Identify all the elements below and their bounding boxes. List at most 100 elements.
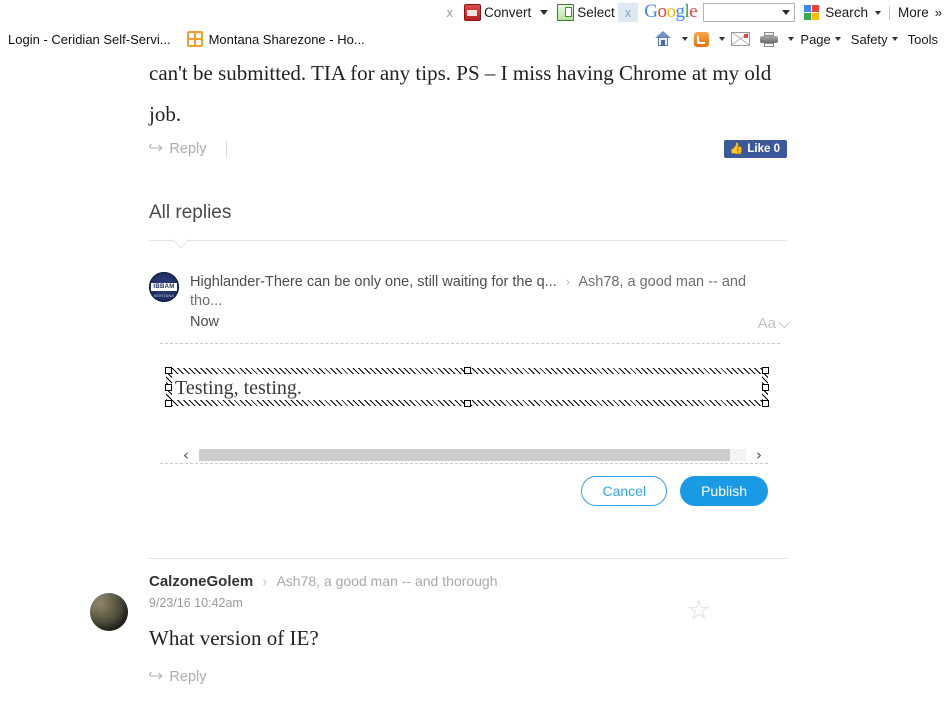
- tab-title: Montana Sharezone - Ho...: [208, 31, 365, 47]
- reply-divider: [226, 140, 228, 158]
- browser-chrome: x Convert Select x Google Search More » …: [0, 0, 945, 53]
- publish-button[interactable]: Publish: [680, 476, 768, 506]
- reply-timestamp: Now: [190, 314, 220, 330]
- horizontal-scrollbar[interactable]: ‹ ›: [175, 445, 770, 465]
- comment-thread-title[interactable]: Ash78, a good man -- and thorough: [276, 573, 497, 589]
- tools-menu[interactable]: Tools: [904, 32, 942, 47]
- post-reply-button[interactable]: ↪ Reply: [147, 140, 228, 158]
- page-dropdown-icon: [834, 37, 841, 41]
- home-dropdown-icon[interactable]: [682, 37, 689, 41]
- resize-handle-e[interactable]: [762, 383, 769, 391]
- avatar-sub-text: MONTANA: [153, 294, 175, 298]
- all-replies-heading-wrap: All replies: [149, 202, 787, 224]
- resize-handle-n[interactable]: [463, 367, 471, 374]
- comment-author[interactable]: CalzoneGolem: [149, 573, 253, 590]
- home-button[interactable]: [650, 31, 676, 47]
- tab-bar: Login - Ceridian Self-Servi... Montana S…: [0, 25, 945, 53]
- tab-ceridian-login[interactable]: Login - Ceridian Self-Servi...: [0, 25, 179, 53]
- google-colors-icon: [804, 5, 820, 20]
- reply-arrow-icon: ↪: [147, 140, 164, 157]
- resize-handle-se[interactable]: [762, 400, 769, 407]
- more-label: More: [898, 5, 929, 20]
- resize-handle-sw[interactable]: [165, 400, 172, 407]
- comment-header: CalzoneGolem › Ash78, a good man -- and …: [149, 573, 787, 591]
- page-content: can't be submitted. TIA for any tips. PS…: [0, 53, 945, 705]
- facebook-like-button[interactable]: 👍 Like 0: [723, 140, 787, 158]
- reply-editor-text: Testing, testing.: [175, 377, 302, 399]
- sharezone-icon: [186, 31, 203, 47]
- convert-dropdown-icon[interactable]: [540, 10, 549, 15]
- avatar: IBBAM MONTANA: [149, 272, 179, 302]
- mail-button[interactable]: [727, 32, 754, 46]
- tab-title: Login - Ceridian Self-Servi...: [8, 31, 171, 47]
- select-label: Select: [577, 5, 615, 20]
- convert-label: Convert: [483, 5, 532, 20]
- close-google-toolbar-icon[interactable]: x: [617, 3, 639, 22]
- comment-divider: [149, 558, 787, 559]
- tools-menu-label: Tools: [907, 31, 938, 47]
- star-icon[interactable]: ☆: [687, 597, 711, 624]
- safety-dropdown-icon: [891, 37, 898, 41]
- resize-handle-ne[interactable]: [762, 367, 769, 374]
- thumbs-up-icon: 👍: [729, 142, 744, 155]
- all-replies-heading: All replies: [149, 202, 232, 223]
- replies-divider: [149, 240, 787, 241]
- rss-icon: [694, 31, 710, 47]
- font-size-control[interactable]: Aa: [758, 315, 791, 332]
- google-search-button[interactable]: Search: [801, 5, 884, 20]
- comment-breadcrumb-separator-icon: ›: [262, 574, 267, 589]
- feeds-dropdown-icon[interactable]: [719, 37, 726, 41]
- more-chevron-icon: »: [934, 5, 942, 20]
- home-icon: [654, 31, 672, 47]
- safety-menu-label: Safety: [850, 31, 888, 47]
- page-menu[interactable]: Page: [796, 32, 844, 47]
- more-button[interactable]: More »: [895, 5, 943, 20]
- mail-icon: [731, 32, 751, 46]
- close-convert-icon[interactable]: x: [440, 5, 461, 20]
- search-dropdown-icon[interactable]: [875, 10, 881, 15]
- reply-editor-textbox[interactable]: Testing, testing.: [160, 362, 774, 412]
- like-count-label: Like 0: [747, 143, 780, 155]
- scroll-left-icon[interactable]: ‹: [179, 447, 193, 463]
- breadcrumb-user[interactable]: Highlander-There can be only one, still …: [190, 274, 557, 290]
- scroll-right-icon[interactable]: ›: [752, 447, 766, 463]
- command-bar: Page Safety Tools: [650, 31, 945, 47]
- google-search-input[interactable]: [703, 3, 796, 22]
- safety-menu[interactable]: Safety: [847, 32, 902, 47]
- cancel-button[interactable]: Cancel: [581, 476, 668, 506]
- avatar-band-text: IBBAM: [151, 283, 177, 291]
- print-icon: [760, 31, 779, 47]
- select-icon: [557, 4, 575, 21]
- comment-reply-label: Reply: [169, 669, 207, 685]
- editor-bottom-separator: [160, 463, 768, 464]
- addon-toolbar: x Convert Select x Google Search More »: [0, 0, 945, 25]
- post-section: can't be submitted. TIA for any tips. PS…: [149, 53, 787, 135]
- scrollbar-track[interactable]: [199, 449, 746, 461]
- post-reply-label: Reply: [169, 141, 207, 157]
- chevron-down-icon: [778, 316, 791, 328]
- print-button[interactable]: [756, 31, 782, 47]
- page-menu-label: Page: [800, 31, 831, 47]
- comment-reply-button[interactable]: ↪ Reply: [147, 668, 207, 686]
- post-body-text: can't be submitted. TIA for any tips. PS…: [149, 61, 772, 126]
- resize-handle-nw[interactable]: [165, 367, 172, 374]
- feeds-button[interactable]: [690, 31, 713, 47]
- reply-arrow-icon: ↪: [147, 668, 164, 685]
- print-dropdown-icon[interactable]: [788, 37, 795, 41]
- search-history-chevron-icon[interactable]: [782, 10, 791, 15]
- comment-block: CalzoneGolem › Ash78, a good man -- and …: [90, 573, 787, 686]
- select-button[interactable]: Select: [554, 4, 618, 21]
- tab-montana-sharezone[interactable]: Montana Sharezone - Ho...: [179, 25, 373, 53]
- convert-button[interactable]: Convert: [461, 4, 534, 21]
- post-actions-row: ↪ Reply 👍 Like 0: [147, 135, 787, 163]
- comment-body-text: What version of IE?: [149, 626, 319, 650]
- resize-handle-s[interactable]: [463, 400, 471, 407]
- toolbar-divider: [889, 5, 890, 20]
- editor-scrollbar-wrap: ‹ ›: [175, 425, 770, 465]
- resize-handle-w[interactable]: [165, 383, 172, 391]
- editor-top-separator: [160, 343, 780, 344]
- breadcrumb-separator-icon: ›: [565, 274, 571, 289]
- scrollbar-thumb[interactable]: [199, 449, 730, 461]
- reply-editor-box-wrap: Testing, testing.: [160, 355, 774, 412]
- avatar[interactable]: [90, 593, 128, 631]
